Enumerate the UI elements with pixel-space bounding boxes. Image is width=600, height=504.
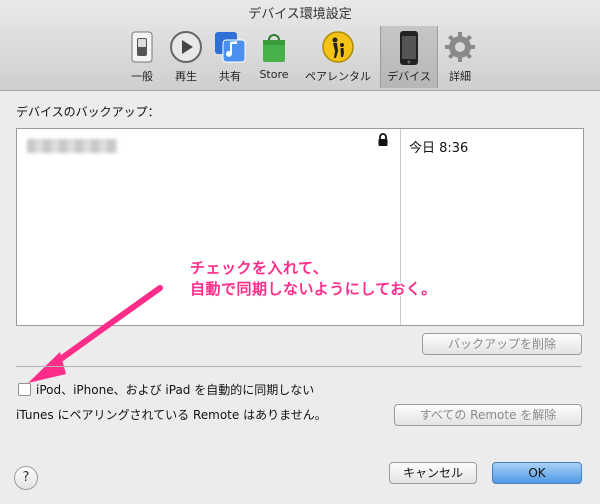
sync-checkbox-label[interactable]: iPod、iPhone、および iPad を自動的に同期しない [36,381,314,398]
toolbar-item-devices[interactable]: デバイス [380,26,438,88]
blurred-device-name[interactable] [27,139,117,153]
toolbar-label: ペアレンタル [305,70,371,83]
sharing-icon [215,32,246,63]
toolbar-label: 一般 [131,70,153,83]
section-divider [16,366,582,367]
sync-checkbox[interactable] [18,383,31,396]
toolbar-label: デバイス [387,70,431,83]
toolbar-label: Store [259,68,289,81]
annotation-callout: チェックを入れて、 自動で同期しないようにしておく。 [190,258,437,300]
toolbar-item-store[interactable]: Store [252,26,296,88]
toolbar-item-general[interactable]: 一般 [120,26,164,88]
window-titlebar: デバイス環境設定 一般 再生 共有 Store ペアレンタル デバイス 詳細 [0,0,600,91]
toolbar-label: 共有 [219,70,241,83]
toolbar-item-parental[interactable]: ペアレンタル [296,26,380,88]
toolbar-item-sharing[interactable]: 共有 [208,26,252,88]
annotation-line-2: 自動で同期しないようにしておく。 [190,280,437,298]
parental-icon [322,31,354,63]
lock-icon [378,133,388,146]
toolbar-item-playback[interactable]: 再生 [164,26,208,88]
delete-backup-button[interactable]: バックアップを削除 [422,333,582,355]
gear-icon [445,32,475,62]
backup-section-label: デバイスのバックアップ： [16,105,160,119]
iphone-icon [400,31,418,65]
toolbar-label: 詳細 [449,70,471,83]
help-button[interactable]: ? [14,466,38,490]
general-switch-icon [131,31,153,63]
store-bag-icon [263,34,285,62]
preferences-toolbar: 一般 再生 共有 Store ペアレンタル デバイス 詳細 [120,26,482,88]
backup-date: 今日 8:36 [409,141,469,156]
ok-button[interactable]: OK [492,462,582,484]
remote-status-text: iTunes にペアリングされている Remote はありません。 [16,408,327,422]
cancel-button[interactable]: キャンセル [389,462,477,484]
toolbar-item-advanced[interactable]: 詳細 [438,26,482,88]
unpair-remotes-button[interactable]: すべての Remote を解除 [394,404,582,426]
playback-icon [170,31,202,63]
annotation-line-1: チェックを入れて、 [190,259,329,277]
toolbar-label: 再生 [175,70,197,83]
window-title: デバイス環境設定 [248,7,352,22]
